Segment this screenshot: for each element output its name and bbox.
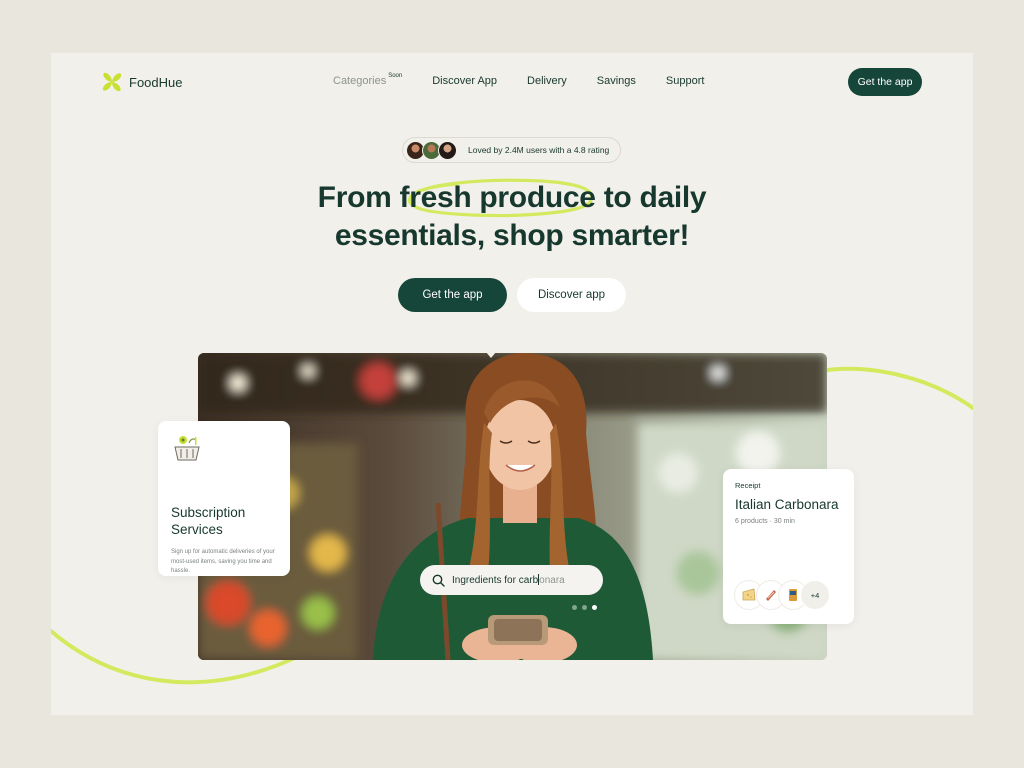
search-query: Ingredients for carbonara <box>452 574 565 586</box>
more-products-button[interactable]: +4 <box>800 580 830 610</box>
nav-item-support[interactable]: Support <box>666 75 705 87</box>
search-input[interactable]: Ingredients for carbonara <box>420 565 603 595</box>
soon-badge: Soon <box>388 73 403 80</box>
headline-text: essentials, shop smarter! <box>334 219 690 252</box>
receipt-card[interactable]: Receipt Italian Carbonara 6 products · 3… <box>723 469 854 624</box>
carousel-dots <box>572 605 597 610</box>
brand-name: FoodHue <box>129 74 183 90</box>
basket-icon <box>174 436 200 461</box>
subscription-title: Subscription Services <box>171 505 246 537</box>
carousel-dot[interactable] <box>582 605 587 610</box>
clover-logo-icon <box>102 72 122 92</box>
subscription-card[interactable]: Subscription Services Sign up for automa… <box>158 421 290 576</box>
avatar <box>438 140 457 160</box>
search-suggestion-text: onara <box>539 575 565 586</box>
rating-badge: Loved by 2.4M users with a 4.8 rating <box>402 137 621 163</box>
header-get-app-button[interactable]: Get the app <box>848 68 922 96</box>
receipt-meta: 6 products · 30 min <box>735 518 795 525</box>
headline-text: From <box>317 181 400 214</box>
nav-item-savings[interactable]: Savings <box>597 75 636 87</box>
rating-text: Loved by 2.4M users with a 4.8 rating <box>468 145 610 155</box>
hero-notch <box>486 353 496 358</box>
nav-item-delivery[interactable]: Delivery <box>527 75 567 87</box>
page-frame: FoodHue Categories Soon Discover App Deli… <box>51 53 973 715</box>
product-thumbnails: +4 <box>734 580 830 610</box>
user-avatars <box>406 140 457 160</box>
main-nav: Categories Soon Discover App Delivery Sav… <box>333 73 705 87</box>
nav-item-categories[interactable]: Categories Soon <box>333 73 403 87</box>
subscription-description: Sign up for automatic deliveries of your… <box>171 549 275 574</box>
nav-item-discover-app[interactable]: Discover App <box>432 75 497 87</box>
receipt-title: Italian Carbonara <box>735 497 839 512</box>
receipt-label: Receipt <box>735 481 761 490</box>
headline-text: to daily <box>595 181 707 214</box>
brand-logo[interactable]: FoodHue <box>101 71 182 93</box>
carousel-dot[interactable] <box>572 605 577 610</box>
discover-app-button[interactable]: Discover app <box>517 278 626 312</box>
get-app-button[interactable]: Get the app <box>398 278 507 312</box>
hero-headline: From fresh produce to daily essentials, … <box>51 179 973 255</box>
nav-item-label: Categories <box>333 75 387 87</box>
headline-highlight: fresh produce <box>399 181 596 214</box>
search-icon <box>432 574 445 587</box>
search-typed-text: Ingredients for carb <box>452 575 539 586</box>
carousel-dot-active[interactable] <box>592 605 597 610</box>
